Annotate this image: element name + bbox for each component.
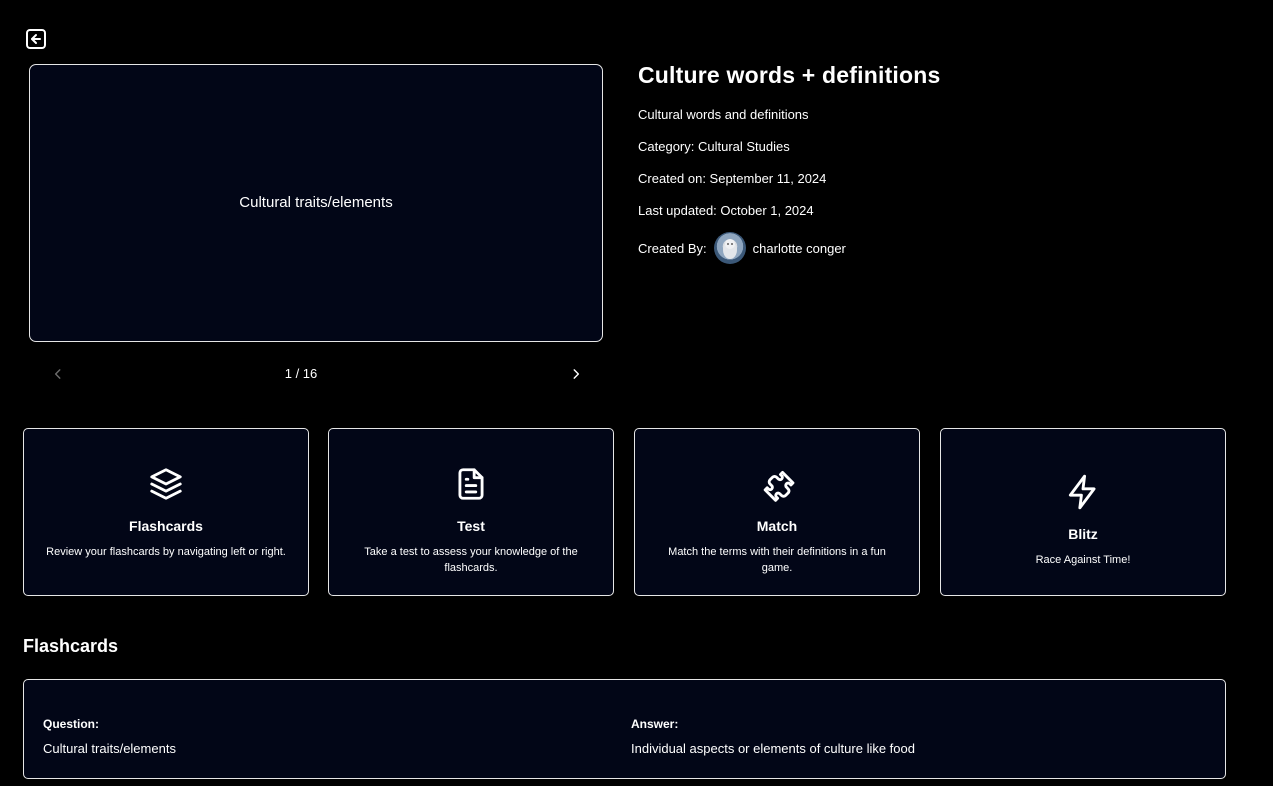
answer-text: Individual aspects or elements of cultur… [631, 741, 915, 756]
question-text: Cultural traits/elements [43, 741, 176, 756]
flashcard-navigation: 1 / 16 [29, 360, 603, 388]
avatar-image [722, 239, 737, 259]
puzzle-icon [763, 471, 795, 502]
card-counter: 1 / 16 [284, 366, 318, 381]
flashcard-preview[interactable]: Cultural traits/elements [29, 64, 603, 342]
created-by-label: Created By: [638, 240, 707, 256]
next-card-button[interactable] [566, 364, 586, 384]
set-last-updated: Last updated: October 1, 2024 [638, 203, 814, 218]
match-mode-card[interactable]: Match Match the terms with their definit… [634, 428, 920, 596]
mode-description: Match the terms with their definitions i… [668, 546, 886, 574]
mode-description: Review your flashcards by navigating lef… [46, 546, 286, 558]
set-category: Category: Cultural Studies [638, 139, 790, 154]
mode-title: Blitz [1068, 526, 1098, 542]
question-column: Question: Cultural traits/elements [43, 717, 176, 756]
avatar[interactable] [713, 232, 746, 264]
flashcard-list-item: Question: Cultural traits/elements Answe… [23, 679, 1226, 779]
flashcards-section-title: Flashcards [23, 636, 119, 656]
answer-column: Answer: Individual aspects or elements o… [631, 717, 915, 756]
chevron-right-icon [573, 369, 580, 379]
question-label: Question: [43, 717, 99, 731]
mode-title: Test [457, 518, 485, 534]
mode-description: Take a test to assess your knowledge of … [364, 546, 578, 574]
set-title: Culture words + definitions [638, 62, 941, 88]
flashcards-mode-card[interactable]: Flashcards Review your flashcards by nav… [23, 428, 309, 596]
mode-title: Match [756, 518, 798, 534]
layers-icon [150, 468, 182, 500]
set-created-on: Created on: September 11, 2024 [638, 171, 827, 186]
test-mode-card[interactable]: Test Take a test to assess your knowledg… [328, 428, 614, 596]
flashcard-term: Cultural traits/elements [239, 193, 393, 211]
arrow-left-square-icon [26, 29, 46, 49]
answer-label: Answer: [631, 717, 679, 731]
set-description: Cultural words and definitions [638, 107, 809, 122]
back-button[interactable] [24, 27, 48, 51]
mode-title: Flashcards [129, 518, 203, 534]
blitz-mode-card[interactable]: Blitz Race Against Time! [940, 428, 1226, 596]
set-info: Culture words + definitions Cultural wor… [638, 62, 1238, 264]
document-icon [458, 468, 484, 500]
set-creator: Created By: charlotte conger [638, 232, 1238, 264]
lightning-icon [1068, 474, 1096, 510]
mode-description: Race Against Time! [1035, 554, 1131, 566]
study-modes: Flashcards Review your flashcards by nav… [23, 428, 1226, 596]
creator-name[interactable]: charlotte conger [753, 241, 846, 256]
